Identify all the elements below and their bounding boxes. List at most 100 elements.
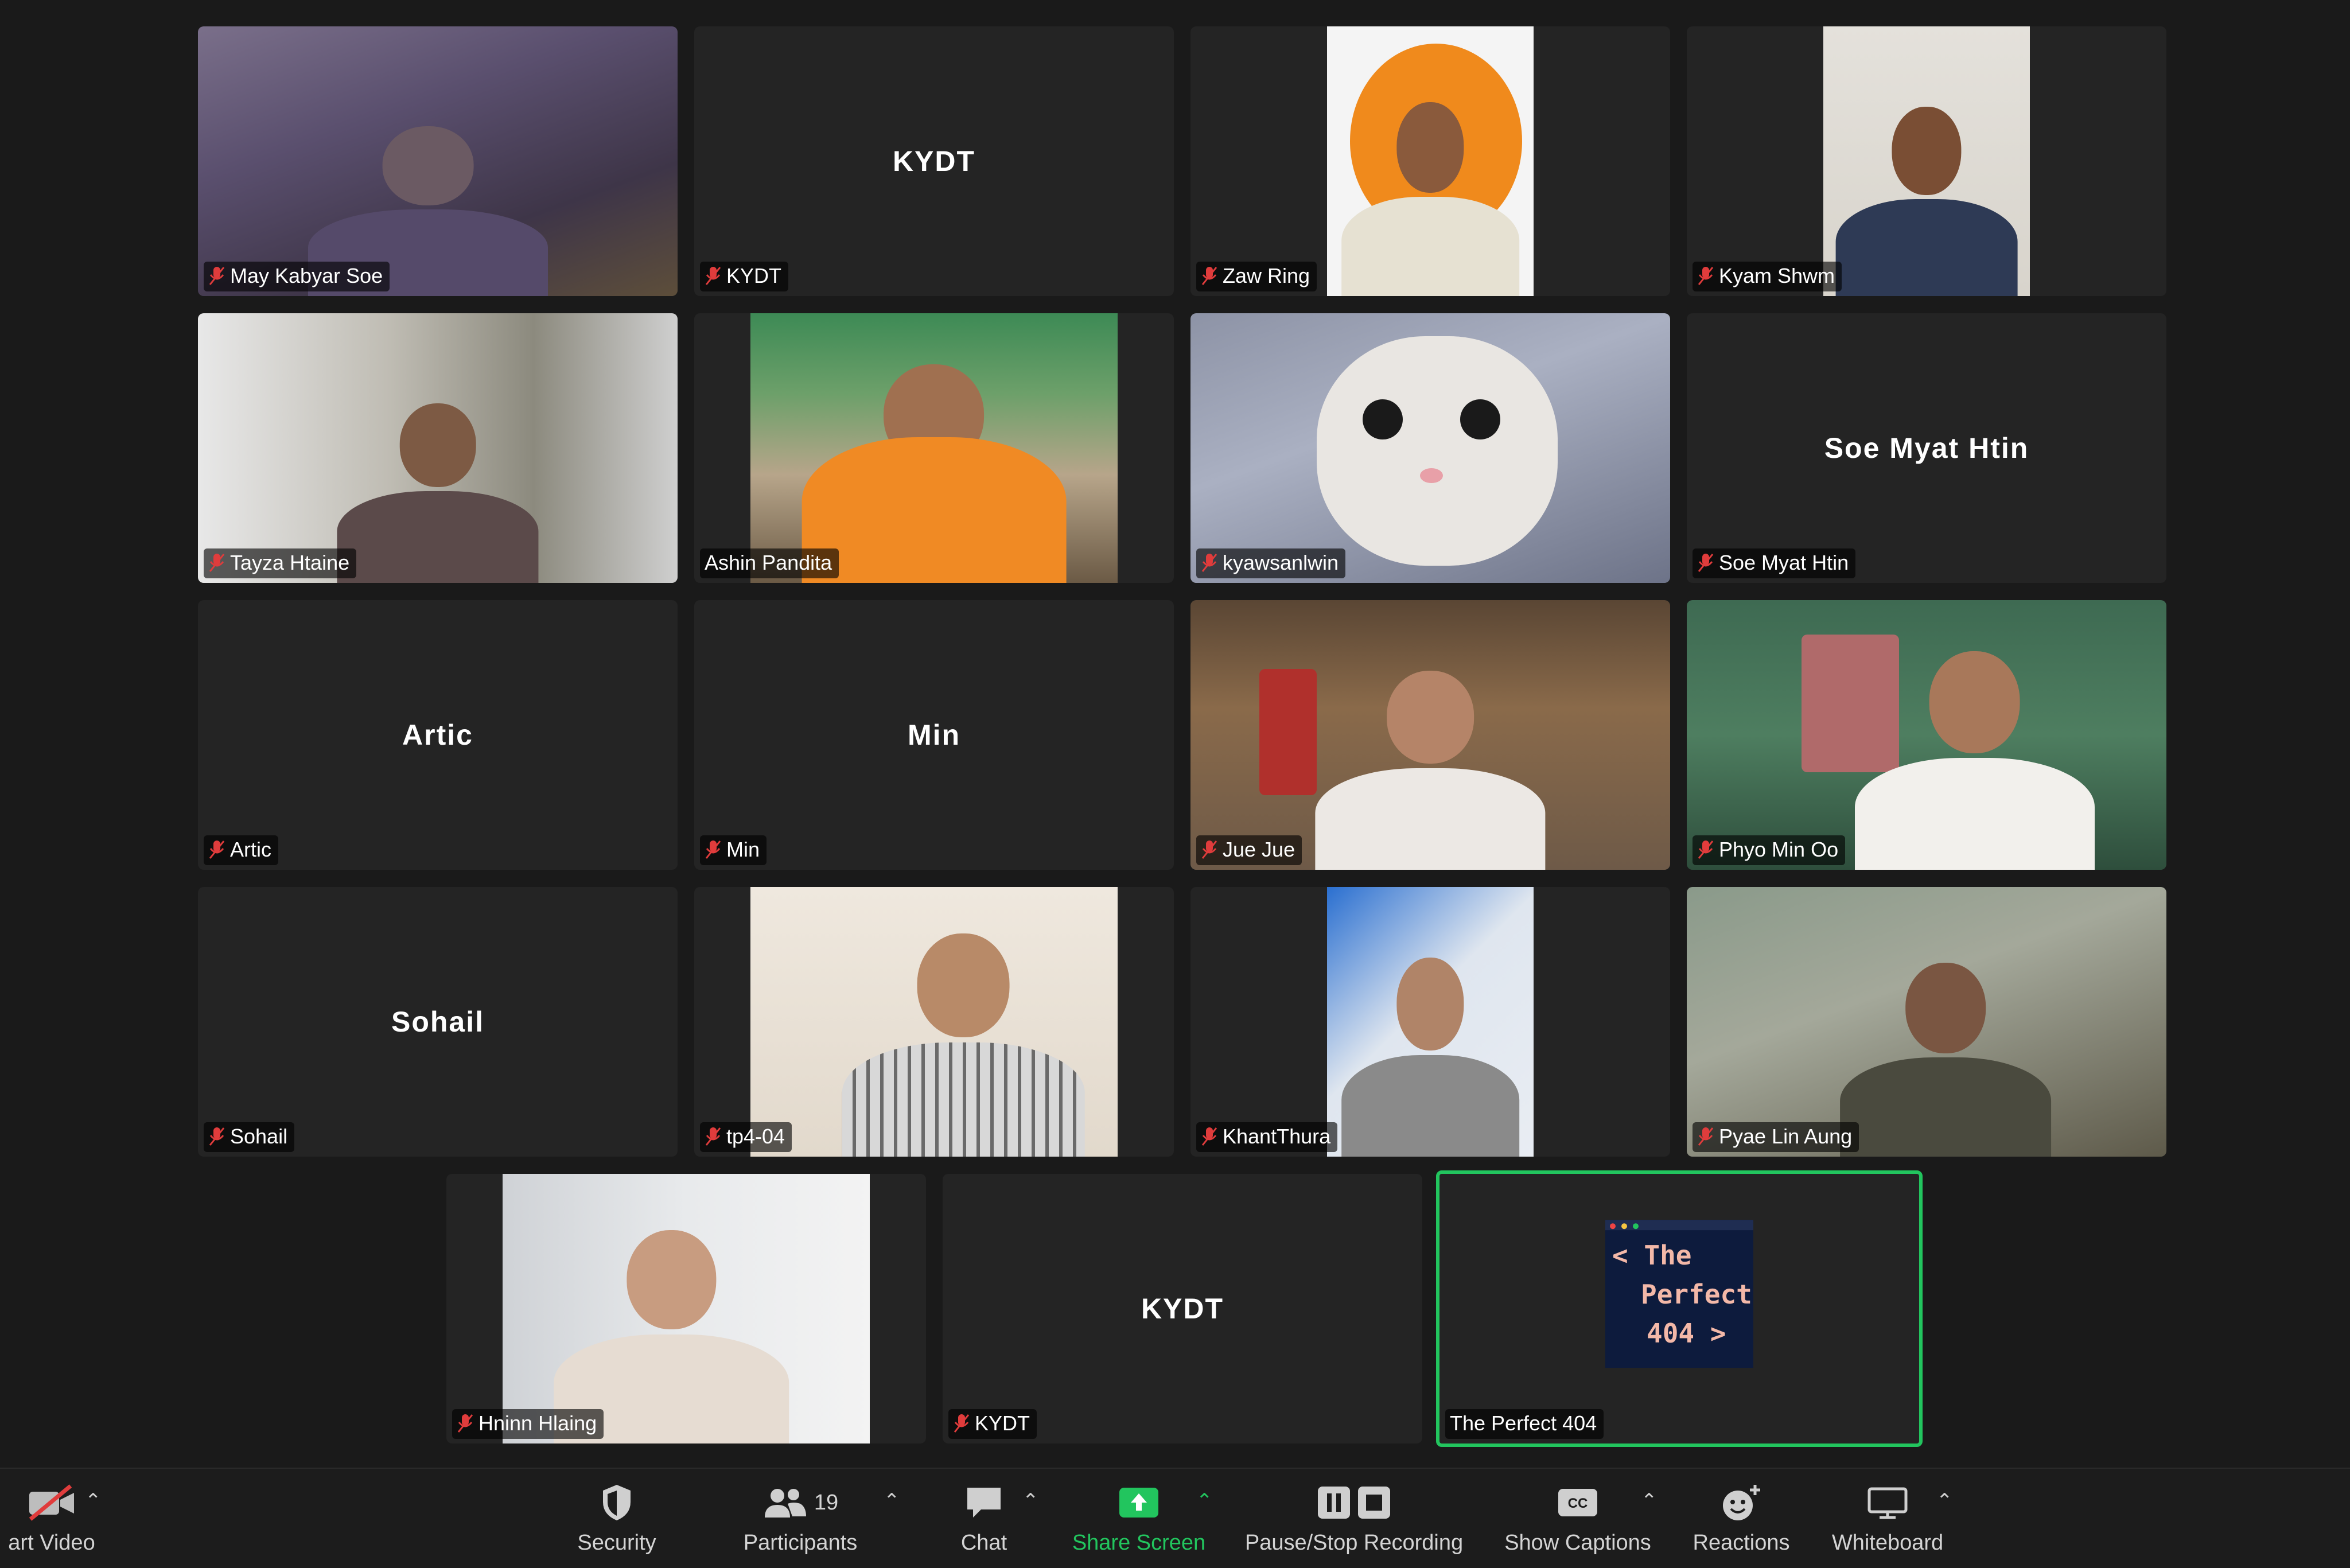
video-feed: [1327, 887, 1534, 1157]
muted-mic-icon: [1201, 1127, 1217, 1146]
participant-name: Pyae Lin Aung: [1719, 1125, 1853, 1148]
chat-options-caret-icon[interactable]: ⌃: [1022, 1489, 1039, 1512]
participant-name: KYDT: [975, 1411, 1030, 1435]
muted-mic-icon: [1201, 841, 1217, 859]
participant-tile[interactable]: Min Min: [694, 600, 1174, 870]
muted-mic-icon: [1698, 554, 1714, 572]
participant-name: Tayza Htaine: [230, 551, 350, 574]
captions-options-caret-icon[interactable]: ⌃: [1641, 1489, 1658, 1512]
name-tag: Kyam Shwm: [1693, 262, 1842, 291]
shield-icon: [603, 1485, 631, 1520]
participant-tile[interactable]: Kyam Shwm: [1687, 26, 2166, 296]
participant-tile[interactable]: Hninn Hlaing: [446, 1174, 926, 1444]
participants-button[interactable]: 19 Participants: [726, 1479, 875, 1559]
video-feed: [503, 1174, 870, 1444]
participant-tile[interactable]: tp4-04: [694, 887, 1174, 1157]
video-options-caret-icon[interactable]: ⌃: [85, 1489, 102, 1512]
whiteboard-icon: [1867, 1487, 1908, 1519]
svg-text:CC: CC: [1568, 1496, 1588, 1511]
closed-captions-icon: CC: [1558, 1489, 1597, 1516]
participant-name: Sohail: [230, 1125, 288, 1148]
chat-button[interactable]: Chat: [935, 1479, 1033, 1559]
participant-name: KhantThura: [1223, 1125, 1331, 1148]
name-tag: Ashin Pandita: [700, 548, 839, 578]
logo-line: 404 >: [1647, 1318, 1726, 1349]
participants-options-caret-icon[interactable]: ⌃: [884, 1489, 900, 1512]
participants-icon: [764, 1489, 806, 1518]
name-tag: kyawsanlwin: [1196, 548, 1346, 578]
pause-icon: [1318, 1487, 1350, 1519]
share-screen-button[interactable]: Share Screen: [1064, 1479, 1213, 1559]
participant-name: The Perfect 404: [1450, 1411, 1597, 1435]
participant-tile[interactable]: Tayza Htaine: [198, 313, 678, 583]
participant-name: KYDT: [726, 264, 782, 287]
name-tag: Pyae Lin Aung: [1693, 1122, 1859, 1152]
name-tag: The Perfect 404: [1445, 1409, 1604, 1439]
the-perfect-404-logo: < The Perfect 404 >: [1605, 1220, 1753, 1368]
video-feed: [198, 313, 678, 583]
name-tag: Artic: [204, 835, 278, 865]
muted-mic-icon: [954, 1414, 970, 1433]
show-captions-label: Show Captions: [1504, 1531, 1651, 1555]
muted-mic-icon: [1698, 267, 1714, 285]
participant-name: Min: [726, 838, 760, 861]
participant-name: Soe Myat Htin: [1719, 551, 1849, 574]
stop-icon: [1358, 1487, 1390, 1519]
participant-name: Zaw Ring: [1223, 264, 1310, 287]
video-feed: [198, 26, 678, 296]
participant-name: May Kabyar Soe: [230, 264, 383, 287]
security-button[interactable]: Security: [551, 1479, 683, 1559]
name-tag: Soe Myat Htin: [1693, 548, 1856, 578]
pause-stop-recording-button[interactable]: Pause/Stop Recording: [1239, 1479, 1469, 1559]
name-tag: May Kabyar Soe: [204, 262, 390, 291]
video-feed: [1687, 887, 2166, 1157]
video-feed: [1190, 313, 1670, 583]
participant-tile[interactable]: Artic Artic: [198, 600, 678, 870]
participant-name: Kyam Shwm: [1719, 264, 1835, 287]
participant-tile[interactable]: Jue Jue: [1190, 600, 1670, 870]
name-tag: Phyo Min Oo: [1693, 835, 1846, 865]
active-speaker-tile[interactable]: < The Perfect 404 > The Perfect 404: [1436, 1170, 1923, 1447]
participant-display-name: Soe Myat Htin: [1824, 432, 2029, 464]
participant-tile[interactable]: May Kabyar Soe: [198, 26, 678, 296]
share-screen-icon: [1119, 1488, 1158, 1518]
participant-name: Ashin Pandita: [705, 551, 832, 574]
participant-tile[interactable]: Phyo Min Oo: [1687, 600, 2166, 870]
show-captions-button[interactable]: CC Show Captions: [1492, 1479, 1664, 1559]
participant-tile[interactable]: Pyae Lin Aung: [1687, 887, 2166, 1157]
participant-tile[interactable]: Ashin Pandita: [694, 313, 1174, 583]
participant-display-name: Sohail: [391, 1006, 485, 1038]
security-label: Security: [577, 1531, 656, 1555]
muted-mic-icon: [705, 841, 721, 859]
video-feed: [750, 313, 1118, 583]
participant-name: Jue Jue: [1223, 838, 1295, 861]
name-tag: Hninn Hlaing: [452, 1409, 604, 1439]
name-tag: KYDT: [700, 262, 789, 291]
reactions-button[interactable]: Reactions: [1675, 1479, 1807, 1559]
participant-tile[interactable]: KhantThura: [1190, 887, 1670, 1157]
participant-tile[interactable]: Sohail Sohail: [198, 887, 678, 1157]
muted-mic-icon: [209, 554, 225, 572]
participant-tile[interactable]: KYDT KYDT: [943, 1174, 1422, 1444]
whiteboard-button[interactable]: Whiteboard: [1819, 1479, 1956, 1559]
video-feed: [1823, 26, 2030, 296]
video-off-icon: [29, 1484, 74, 1521]
participant-name: Phyo Min Oo: [1719, 838, 1839, 861]
participant-name: Hninn Hlaing: [478, 1411, 597, 1435]
whiteboard-options-caret-icon[interactable]: ⌃: [1936, 1489, 1953, 1512]
video-feed: [1687, 600, 2166, 870]
participant-tile[interactable]: KYDT KYDT: [694, 26, 1174, 296]
muted-mic-icon: [1698, 841, 1714, 859]
logo-line: < The: [1612, 1240, 1692, 1271]
pause-stop-recording-label: Pause/Stop Recording: [1244, 1531, 1464, 1555]
muted-mic-icon: [457, 1414, 473, 1433]
participant-tile[interactable]: Soe Myat Htin Soe Myat Htin: [1687, 313, 2166, 583]
share-options-caret-icon[interactable]: ⌃: [1196, 1489, 1213, 1512]
participant-tile[interactable]: kyawsanlwin: [1190, 313, 1670, 583]
chat-label: Chat: [960, 1531, 1007, 1555]
muted-mic-icon: [1698, 1127, 1714, 1146]
video-feed: [750, 887, 1118, 1157]
participant-tile[interactable]: Zaw Ring: [1190, 26, 1670, 296]
smiley-add-icon: [1723, 1485, 1760, 1520]
participant-name: Artic: [230, 838, 271, 861]
